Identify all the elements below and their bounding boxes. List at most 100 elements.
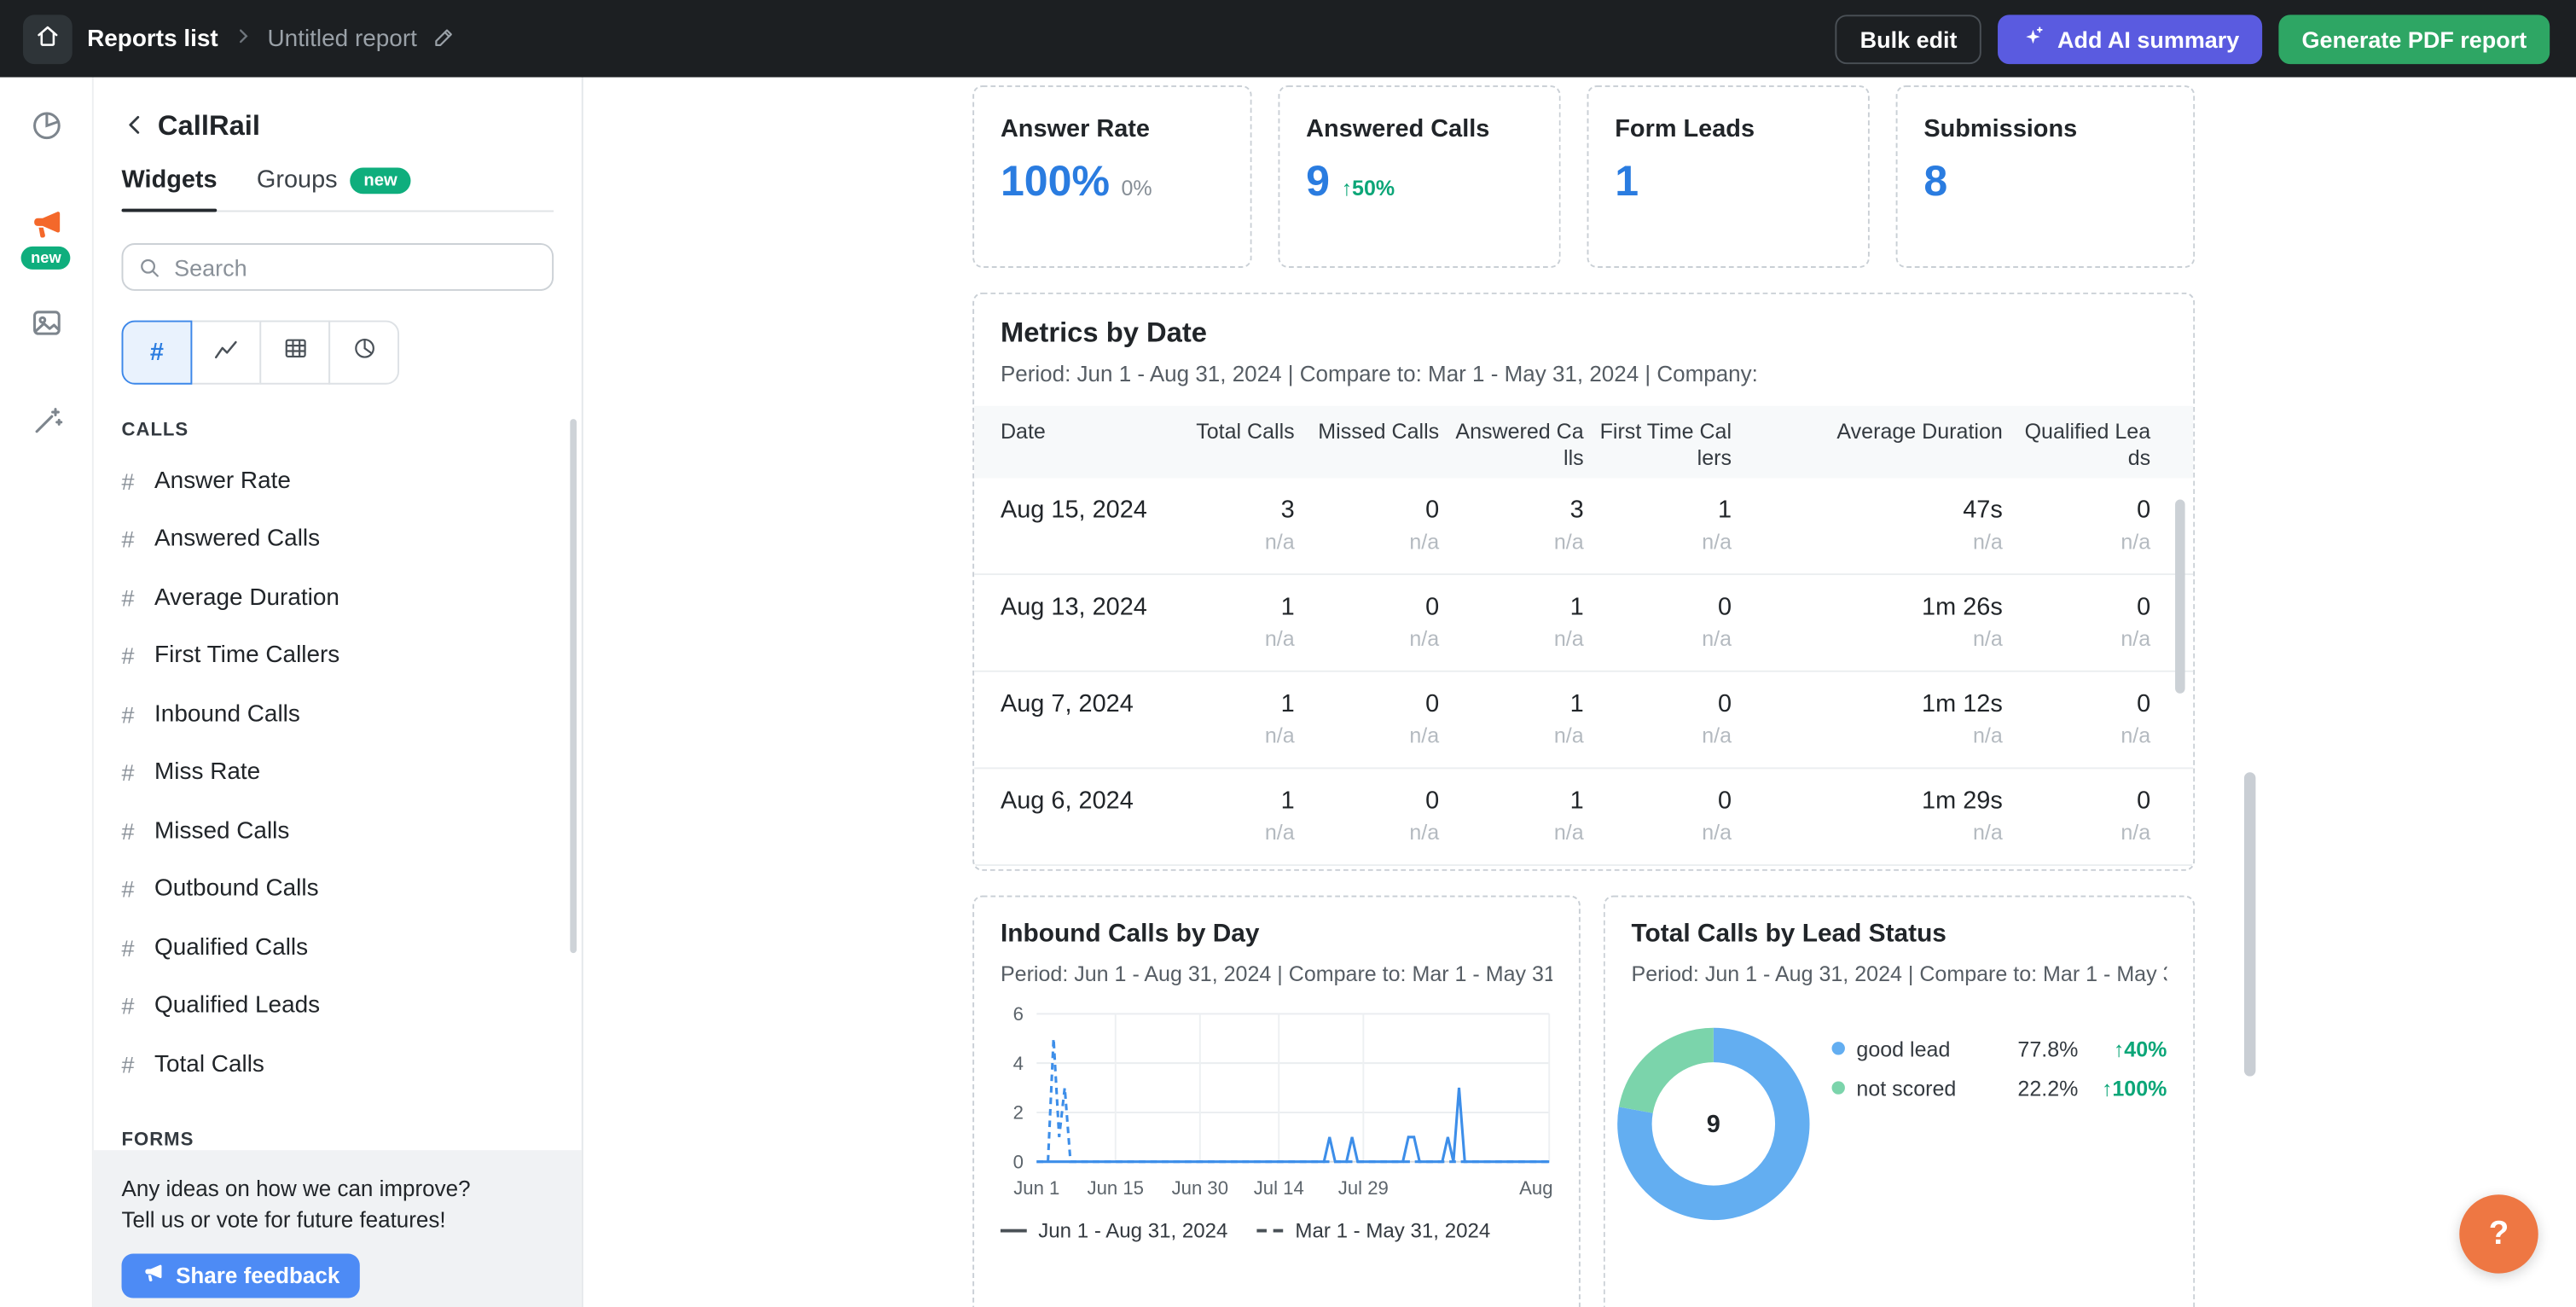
images-nav-icon-button[interactable] [26,307,66,346]
tab-widgets-label: Widgets [122,166,218,195]
table-cell-value: 1 [1152,787,1295,816]
metric-value: 9 [1306,156,1330,207]
metric-widget-card[interactable]: Submissions8 [1896,85,2196,268]
table-cell-value: 1 [1152,690,1295,718]
widget-list-item[interactable]: #Missed Calls [122,802,554,860]
metric-cards-row: Answer Rate100%0%Answered Calls9↑50%Form… [972,85,2195,268]
widget-list-item-label: Miss Rate [154,759,260,786]
table-cell-value: 0 [1597,690,1732,718]
help-button[interactable]: ? [2459,1194,2538,1273]
widget-period: Period: Jun 1 - Aug 31, 2024 | Compare t… [1632,961,2167,986]
search-icon [138,255,161,287]
report-canvas: Answer Rate100%0%Answered Calls9↑50%Form… [583,78,2576,1307]
table-cell: 0n/a [2016,672,2163,768]
rename-report-button[interactable] [432,24,456,54]
top-bar-actions: Bulk edit Add AI summary Generate PDF re… [1836,14,2550,63]
megaphone-icon [28,206,64,251]
charts-row: Inbound Calls by Day Period: Jun 1 - Aug… [972,896,2195,1307]
metrics-table-header: DateTotal CallsMissed CallsAnswered Call… [974,406,2193,479]
table-cell-value: 1 [1152,593,1295,621]
widget-list-item[interactable]: #Answer Rate [122,452,554,510]
widgets-nav-icon-button[interactable]: new [26,209,66,248]
table-cell-compare: n/a [2016,626,2150,651]
breadcrumb-reports-list[interactable]: Reports list [87,26,218,52]
table-cell-compare: n/a [1744,820,2002,845]
line-chart-icon [212,334,240,370]
sidebar-title: CallRail [158,110,260,143]
metric-value-row: 1 [1615,156,1842,207]
main-scrollbar[interactable] [2244,772,2255,1076]
widget-list-item[interactable]: #Miss Rate [122,744,554,802]
magic-tools-nav-icon-button[interactable] [26,406,66,445]
search-input[interactable] [122,243,554,291]
sidebar-scrollbar[interactable] [570,419,577,953]
table-scrollbar[interactable] [2175,500,2185,694]
share-feedback-button[interactable]: Share feedback [122,1254,360,1298]
reports-nav-icon-button[interactable] [26,110,66,149]
widget-list-item[interactable]: # Average Duration [122,568,554,626]
table-row: Aug 15, 20243n/a0n/a3n/a1n/a47sn/a0n/a [974,478,2193,575]
table-cell-compare: n/a [1308,723,1439,747]
table-cell: 0n/a [1597,575,1744,671]
widget-type-chart-button[interactable] [190,321,261,385]
table-card-header: Metrics by Date Period: Jun 1 - Aug 31, … [974,294,2193,386]
icon-rail: new [0,78,94,1307]
table-cell-compare: n/a [2016,820,2150,845]
pie-chart-icon [351,335,377,369]
table-row: Aug 6, 20241n/a0n/a1n/a0n/a1m 29sn/a0n/a [974,769,2193,866]
svg-text:4: 4 [1013,1053,1024,1074]
widget-list-item[interactable]: #Answered Calls [122,510,554,568]
metric-widget-card[interactable]: Form Leads1 [1587,85,1870,268]
widget-list-item[interactable]: #Inbound Calls [122,685,554,743]
legend-dot [1832,1042,1845,1054]
metric-delta: 0% [1122,176,1152,200]
bulk-edit-button[interactable]: Bulk edit [1836,14,1982,63]
line-chart-legend: Jun 1 - Aug 31, 2024Mar 1 - May 31, 2024 [1001,1219,1552,1242]
home-button[interactable] [23,14,73,63]
inbound-calls-by-day-widget[interactable]: Inbound Calls by Day Period: Jun 1 - Aug… [972,896,1581,1307]
metric-widget-card[interactable]: Answered Calls9↑50% [1278,85,1560,268]
table-cell-compare: n/a [1597,529,1732,554]
metric-widget-card[interactable]: Answer Rate100%0% [972,85,1251,268]
table-cell: 0n/a [1597,672,1744,768]
add-ai-summary-button[interactable]: Add AI summary [1999,14,2263,63]
widget-type-table-button[interactable] [259,321,330,385]
widget-title: Metrics by Date [1001,317,2167,351]
tab-widgets[interactable]: Widgets [122,166,218,211]
widget-list-item[interactable]: #Qualified Leads [122,977,554,1035]
table-cell-compare: n/a [1597,820,1732,845]
legend-line-swatch [1001,1229,1027,1233]
table-cell-value: 0 [2016,787,2150,816]
widget-list-item-label: Inbound Calls [154,701,300,728]
total-calls-by-lead-status-widget[interactable]: Total Calls by Lead Status Period: Jun 1… [1604,896,2195,1307]
widget-type-pie-button[interactable] [328,321,399,385]
donut-chart-area: 9 good lead77.8%↑40%not scored22.2%↑100% [1632,1025,2167,1223]
tab-groups-label: Groups [257,166,338,195]
table-cell-compare: n/a [1453,529,1584,554]
metric-delta: ↑50% [1342,176,1395,200]
table-cell-compare: n/a [1744,626,2002,651]
hash-icon: # [122,584,140,611]
widget-list-item-label: Answered Calls [154,526,320,553]
widget-list-item[interactable]: #Outbound Calls [122,860,554,918]
table-cell: 0n/a [1308,478,1452,573]
widget-type-number-button[interactable]: # [122,321,193,385]
widget-type-filter: # [122,321,399,385]
widget-list-item[interactable]: #Total Calls [122,1035,554,1093]
metrics-by-date-widget[interactable]: Metrics by Date Period: Jun 1 - Aug 31, … [972,293,2195,871]
table-cell-compare: n/a [1152,529,1295,554]
tab-groups[interactable]: Groups new [257,166,410,211]
widget-list-item-label: Average Duration [154,584,339,611]
table-cell: 3n/a [1152,478,1308,573]
widget-list-item[interactable]: #First Time Callers [122,627,554,685]
back-button[interactable] [122,111,148,142]
svg-text:Aug 31: Aug 31 [1519,1177,1556,1199]
table-cell: 1n/a [1453,575,1597,671]
generate-pdf-button[interactable]: Generate PDF report [2279,14,2550,63]
pencil-icon [432,24,456,54]
legend-change: ↑40% [2078,1036,2167,1060]
legend-item: Jun 1 - Aug 31, 2024 [1001,1219,1228,1242]
legend-pct: 22.2% [2003,1076,2079,1101]
table-cell-value: 0 [1597,593,1732,621]
widget-list-item[interactable]: #Qualified Calls [122,919,554,977]
